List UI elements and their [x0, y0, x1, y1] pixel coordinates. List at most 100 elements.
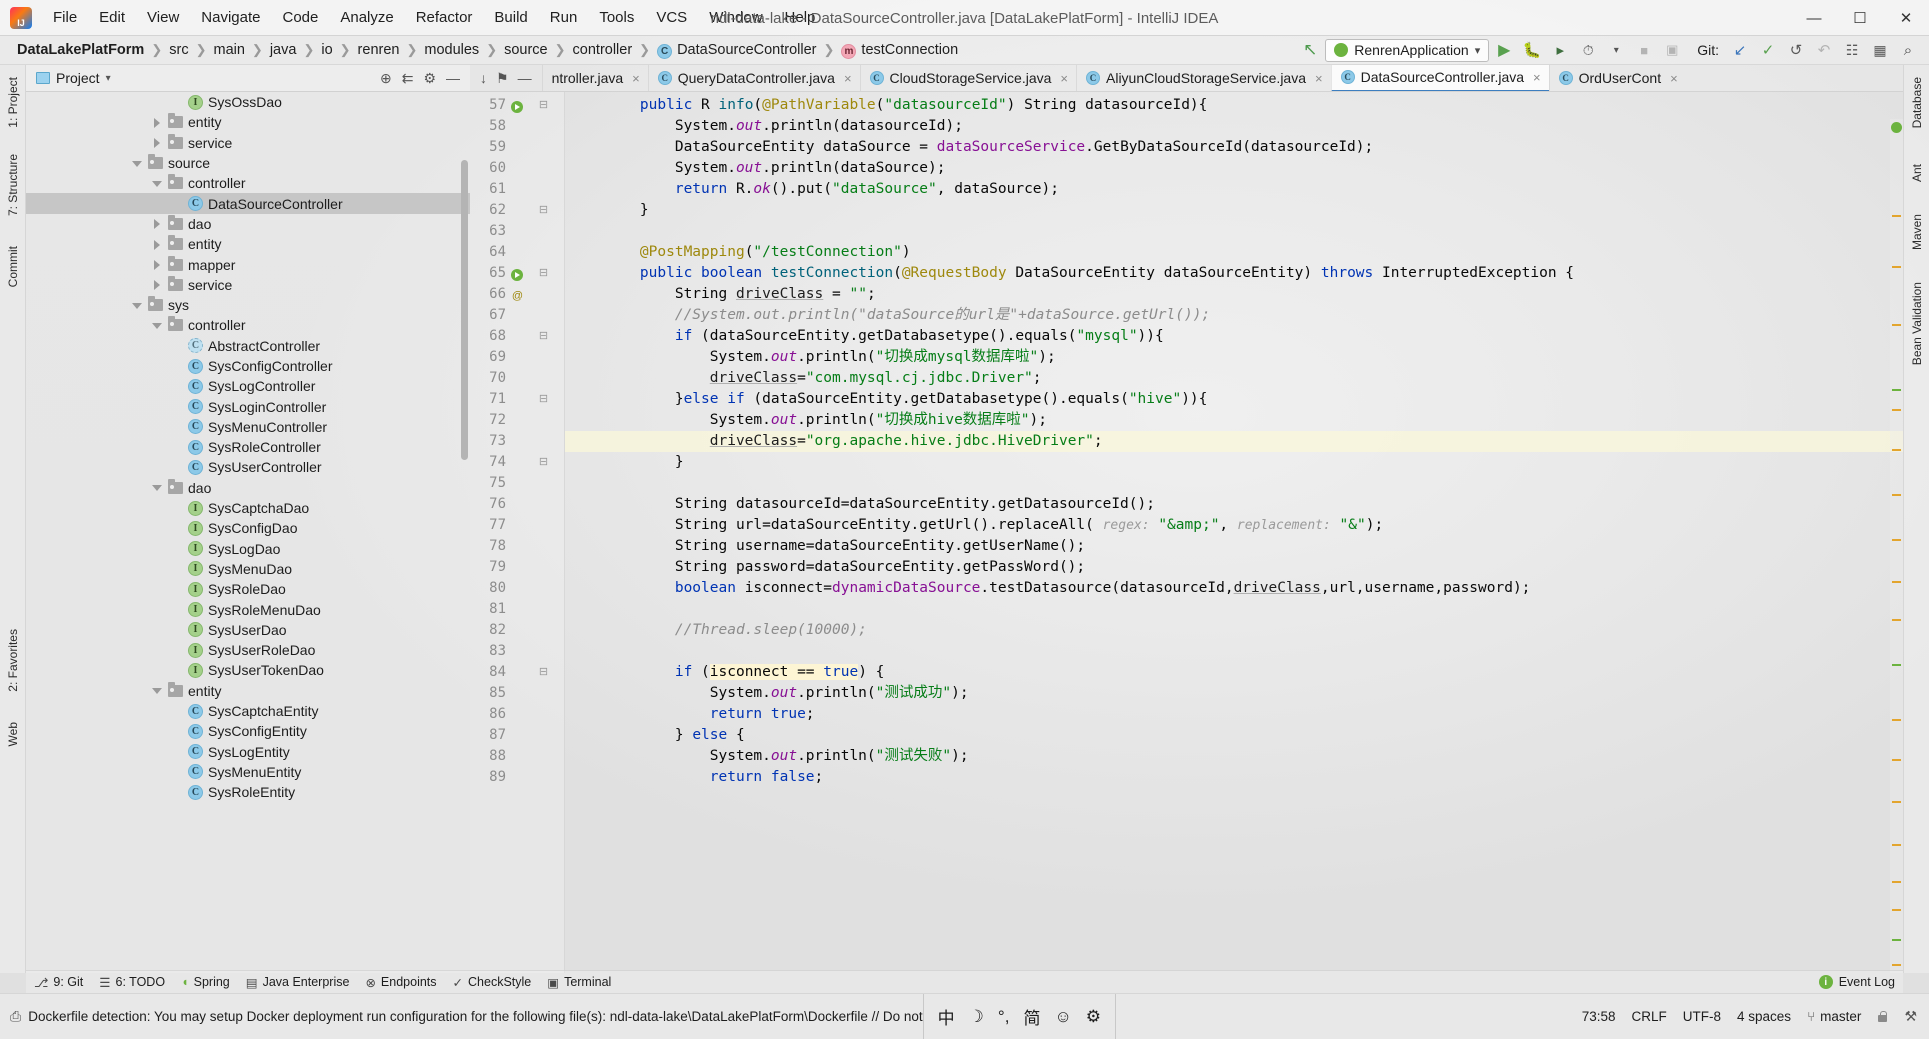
marker-tick[interactable]: [1892, 939, 1901, 941]
tree-row[interactable]: C SysConfigEntity: [26, 721, 470, 741]
code-line[interactable]: System.out.println("测试失败");: [565, 746, 1903, 767]
locate-file-icon[interactable]: ⊕: [380, 70, 392, 87]
marker-tick[interactable]: [1892, 664, 1901, 666]
tree-row[interactable]: C SysRoleEntity: [26, 782, 470, 802]
tree-row[interactable]: C SysRoleController: [26, 437, 470, 457]
tree-row[interactable]: controller: [26, 173, 470, 193]
ime-moon-icon[interactable]: ☽: [969, 1007, 984, 1027]
strip-item-bean-validation[interactable]: Bean Validation: [1910, 276, 1924, 371]
marker-tick[interactable]: [1892, 449, 1901, 451]
ime-simplified-icon[interactable]: 简: [1023, 1004, 1040, 1029]
code-line[interactable]: String username=dataSourceEntity.getUser…: [565, 536, 1903, 557]
editor-tab[interactable]: C CloudStorageService.java ×: [859, 65, 1076, 91]
chevron-down-icon[interactable]: [152, 178, 163, 189]
chevron-right-icon[interactable]: [152, 239, 163, 250]
tree-row[interactable]: C SysConfigController: [26, 356, 470, 376]
ime-chinese-icon[interactable]: 中: [938, 1004, 955, 1029]
menu-view[interactable]: View: [136, 5, 190, 30]
marker-tick[interactable]: [1892, 494, 1901, 496]
tree-row[interactable]: entity: [26, 112, 470, 132]
tree-row[interactable]: C SysLogController: [26, 376, 470, 396]
close-tab-icon[interactable]: ×: [1533, 70, 1541, 85]
marker-tick[interactable]: [1892, 964, 1901, 966]
breadcrumb-src[interactable]: src: [164, 40, 193, 60]
layout-icon[interactable]: ▦: [1867, 39, 1893, 62]
breakpoints-icon[interactable]: ☷: [1839, 39, 1865, 62]
editor-tab[interactable]: C OrdUserCont ×: [1548, 65, 1686, 91]
fold-marker-icon[interactable]: ⊟: [537, 200, 550, 221]
expand-collapse-icon[interactable]: ⇇: [402, 70, 414, 87]
code-line[interactable]: driveClass="org.apache.hive.jdbc.HiveDri…: [565, 431, 1903, 452]
tree-row[interactable]: dao: [26, 478, 470, 498]
menu-window[interactable]: Window: [698, 5, 773, 30]
tree-row[interactable]: C SysLogEntity: [26, 742, 470, 762]
close-tab-icon[interactable]: ×: [632, 71, 640, 86]
git-branch[interactable]: ⑂ master: [1807, 1009, 1861, 1024]
tree-row[interactable]: mapper: [26, 254, 470, 274]
chevron-right-icon[interactable]: [152, 137, 163, 149]
marker-tick[interactable]: [1892, 909, 1901, 911]
code-line[interactable]: }: [565, 452, 1903, 473]
breadcrumb-main[interactable]: main: [208, 40, 249, 60]
chevron-down-icon[interactable]: ▾: [1475, 44, 1481, 57]
chevron-right-icon[interactable]: [152, 117, 163, 128]
menu-help[interactable]: Help: [774, 5, 827, 30]
chevron-down-icon[interactable]: [132, 158, 143, 169]
close-tab-icon[interactable]: ×: [1315, 71, 1323, 86]
breadcrumb-java[interactable]: java: [265, 40, 302, 60]
marker-tick[interactable]: [1892, 539, 1901, 541]
bottom-tab[interactable]: ▣ Terminal: [547, 975, 611, 990]
indent-setting[interactable]: 4 spaces: [1737, 1009, 1791, 1024]
caret-position[interactable]: 73:58: [1582, 1009, 1616, 1024]
code-line[interactable]: boolean isconnect=dynamicDataSource.test…: [565, 578, 1903, 599]
code-line[interactable]: String password=dataSourceEntity.getPass…: [565, 557, 1903, 578]
code-line[interactable]: } else {: [565, 725, 1903, 746]
marker-tick[interactable]: [1892, 881, 1901, 883]
menu-run[interactable]: Run: [539, 5, 589, 30]
line-separator[interactable]: CRLF: [1632, 1009, 1667, 1024]
breadcrumb-project[interactable]: DataLakePlatForm: [12, 40, 149, 60]
code-line[interactable]: DataSourceEntity dataSource = dataSource…: [565, 137, 1903, 158]
bottom-tab[interactable]: ☰ 6: TODO: [99, 975, 165, 990]
breadcrumb-source[interactable]: source: [499, 40, 553, 60]
code-line[interactable]: }: [565, 200, 1903, 221]
project-tree[interactable]: I SysOssDao entity service source controller C…: [26, 92, 470, 973]
bottom-tab[interactable]: ✓ CheckStyle: [453, 975, 532, 990]
git-commit-icon[interactable]: ✓: [1755, 39, 1781, 62]
tree-row[interactable]: dao: [26, 214, 470, 234]
chevron-right-icon[interactable]: [152, 279, 163, 291]
tree-row[interactable]: C SysMenuController: [26, 417, 470, 437]
editor-tab[interactable]: C DataSourceController.java ×: [1330, 65, 1549, 91]
gear-icon[interactable]: ⚙: [423, 70, 436, 87]
sort-tabs-icon[interactable]: ↓: [480, 70, 487, 86]
chevron-right-icon[interactable]: [152, 218, 163, 230]
tree-row[interactable]: controller: [26, 315, 470, 335]
bottom-tab[interactable]: ⊗ Endpoints: [365, 975, 436, 990]
tree-row[interactable]: I SysCaptchaDao: [26, 498, 470, 518]
profiler-icon[interactable]: ⏱: [1575, 39, 1601, 62]
debug-icon[interactable]: 🐛: [1519, 39, 1545, 62]
marker-tick[interactable]: [1892, 801, 1901, 803]
ime-settings-icon[interactable]: ⚙: [1086, 1007, 1101, 1027]
close-tab-icon[interactable]: ×: [1060, 71, 1068, 86]
fold-marker-icon[interactable]: ⊟: [537, 326, 550, 347]
chevron-down-icon[interactable]: [152, 685, 163, 696]
menu-file[interactable]: File: [42, 5, 88, 30]
bottom-tab[interactable]: ◖ Spring: [181, 975, 230, 989]
tree-row[interactable]: I SysOssDao: [26, 92, 470, 112]
fold-marker-icon[interactable]: ⊟: [537, 389, 550, 410]
code-line[interactable]: return false;: [565, 767, 1903, 788]
code-line[interactable]: System.out.println("切换成mysql数据库啦");: [565, 347, 1903, 368]
code-line[interactable]: return true;: [565, 704, 1903, 725]
tree-row[interactable]: service: [26, 275, 470, 295]
code-editor[interactable]: 57 ⊟ 58 59 60 61 62 ⊟ 63 64 65 @ ⊟ 66 67 68 ⊟ 69 70 71 ⊟ 72 73…: [470, 92, 1903, 973]
menu-vcs[interactable]: VCS: [645, 5, 698, 30]
tree-row[interactable]: sys: [26, 295, 470, 315]
tree-row[interactable]: I SysUserDao: [26, 620, 470, 640]
bottom-tab[interactable]: ▤ Java Enterprise: [246, 975, 350, 990]
maximize-button[interactable]: ☐: [1837, 0, 1883, 36]
code-line[interactable]: System.out.println("切换成hive数据库啦");: [565, 410, 1903, 431]
code-line[interactable]: String datasourceId=dataSourceEntity.get…: [565, 494, 1903, 515]
marker-tick[interactable]: [1892, 619, 1901, 621]
status-message[interactable]: ⎙ Dockerfile detection: You may setup Do…: [0, 1008, 923, 1025]
